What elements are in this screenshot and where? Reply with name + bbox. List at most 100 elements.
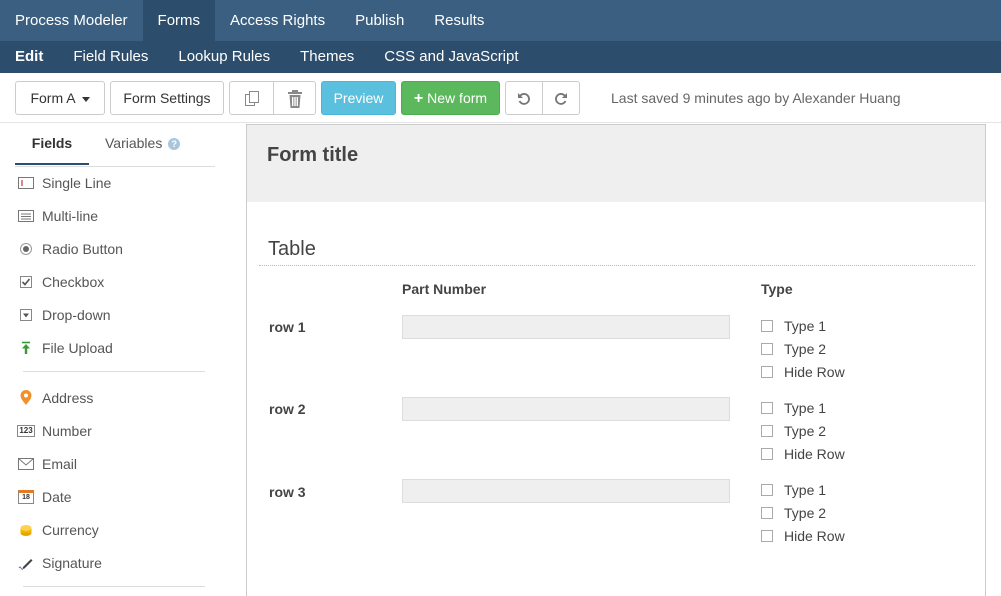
section-title[interactable]: Table [268, 238, 316, 261]
checkbox-label: Type 1 [784, 400, 827, 416]
tab-access-rights[interactable]: Access Rights [215, 0, 340, 41]
tab-publish[interactable]: Publish [340, 0, 419, 41]
checkbox-box[interactable] [761, 366, 773, 378]
number-icon-text: 123 [17, 425, 35, 437]
copy-icon [244, 91, 259, 107]
type-2-checkbox[interactable]: Type 2 [761, 341, 826, 357]
checkbox-box[interactable] [761, 320, 773, 332]
section-divider [259, 265, 975, 266]
column-header-type: Type [761, 281, 793, 297]
subtab-themes[interactable]: Themes [285, 41, 369, 73]
upload-icon [15, 340, 37, 356]
checkbox-box[interactable] [761, 402, 773, 414]
subtab-lookup-rules[interactable]: Lookup Rules [163, 41, 285, 73]
tab-variables[interactable]: Variables ? [105, 135, 181, 151]
checkbox-box[interactable] [761, 484, 773, 496]
tab-process-modeler[interactable]: Process Modeler [0, 0, 143, 41]
checkbox-label: Type 1 [784, 318, 827, 334]
help-icon[interactable]: ? [168, 138, 181, 151]
field-label: Currency [42, 522, 99, 538]
field-number[interactable]: 123 Number [15, 420, 92, 442]
form-select-label: Form A [30, 90, 76, 106]
new-form-label: New form [427, 90, 488, 106]
field-label: File Upload [42, 340, 113, 356]
checkbox-label: Type 2 [784, 505, 827, 521]
redo-icon [555, 93, 567, 106]
tab-fields[interactable]: Fields [15, 135, 89, 165]
field-radio-button[interactable]: Radio Button [15, 238, 123, 260]
radio-button-icon [15, 241, 37, 257]
field-currency[interactable]: Currency [15, 519, 99, 541]
form-canvas: Form title Table Part Number Type row 1 … [246, 124, 986, 596]
preview-button[interactable]: Preview [321, 81, 396, 115]
form-select-dropdown[interactable]: Form A [15, 81, 105, 115]
field-label: Signature [42, 555, 102, 571]
field-label: Drop-down [42, 307, 111, 323]
checkbox-box[interactable] [761, 507, 773, 519]
field-label: Address [42, 390, 94, 406]
field-label: Number [42, 423, 92, 439]
dropdown-icon [15, 307, 37, 323]
field-label: Checkbox [42, 274, 105, 290]
field-multi-line[interactable]: Multi-line [15, 205, 98, 227]
type-2-checkbox[interactable]: Type 2 [761, 505, 826, 521]
checkbox-box[interactable] [761, 448, 773, 460]
coins-icon [15, 522, 37, 538]
checkbox-box[interactable] [761, 343, 773, 355]
row-label: row 2 [269, 401, 306, 417]
subtab-field-rules[interactable]: Field Rules [58, 41, 163, 73]
sidebar-tabs: Fields Variables ? [15, 123, 215, 167]
checkbox-label: Hide Row [784, 528, 845, 544]
field-label: Radio Button [42, 241, 123, 257]
tab-results[interactable]: Results [419, 0, 499, 41]
checkbox-icon [15, 274, 37, 290]
type-1-checkbox[interactable]: Type 1 [761, 318, 826, 334]
part-number-input[interactable] [402, 479, 730, 503]
undo-button[interactable] [505, 81, 543, 115]
type-1-checkbox[interactable]: Type 1 [761, 482, 826, 498]
type-2-checkbox[interactable]: Type 2 [761, 423, 826, 439]
plus-icon: + [413, 90, 424, 107]
field-label: Date [42, 489, 72, 505]
calendar-icon: 18 [15, 489, 37, 505]
hide-row-checkbox[interactable]: Hide Row [761, 446, 845, 462]
checkbox-label: Type 2 [784, 341, 827, 357]
tab-forms[interactable]: Forms [142, 0, 216, 41]
checkbox-box[interactable] [761, 425, 773, 437]
field-address[interactable]: Address [15, 387, 93, 409]
single-line-icon [15, 175, 37, 191]
number-icon: 123 [15, 423, 37, 439]
delete-button[interactable] [273, 81, 316, 115]
sub-navigation: Edit Field Rules Lookup Rules Themes CSS… [0, 41, 1001, 73]
caret-down-icon [81, 96, 90, 102]
redo-button[interactable] [542, 81, 580, 115]
part-number-input[interactable] [402, 315, 730, 339]
type-1-checkbox[interactable]: Type 1 [761, 400, 826, 416]
field-label: Email [42, 456, 78, 472]
hide-row-checkbox[interactable]: Hide Row [761, 528, 845, 544]
form-settings-button[interactable]: Form Settings [110, 81, 224, 115]
field-file-upload[interactable]: File Upload [15, 337, 113, 359]
copy-button[interactable] [229, 81, 274, 115]
checkbox-box[interactable] [761, 530, 773, 542]
hide-row-checkbox[interactable]: Hide Row [761, 364, 845, 380]
form-header[interactable]: Form title [247, 125, 985, 202]
last-saved-status: Last saved 9 minutes ago by Alexander Hu… [611, 90, 901, 106]
field-drop-down[interactable]: Drop-down [15, 304, 110, 326]
field-single-line[interactable]: Single Line [15, 172, 111, 194]
undo-icon [518, 93, 530, 106]
form-title[interactable]: Form title [267, 144, 358, 167]
row-label: row 1 [269, 319, 306, 335]
field-email[interactable]: Email [15, 453, 77, 475]
new-form-button[interactable]: + New form [401, 81, 500, 115]
pen-icon [15, 555, 37, 571]
field-label: Single Line [42, 175, 112, 191]
subtab-edit[interactable]: Edit [0, 41, 58, 73]
field-checkbox[interactable]: Checkbox [15, 271, 104, 293]
field-date[interactable]: 18 Date [15, 486, 72, 508]
part-number-input[interactable] [402, 397, 730, 421]
subtab-css-javascript[interactable]: CSS and JavaScript [369, 41, 533, 73]
field-signature[interactable]: Signature [15, 552, 102, 574]
sidebar-divider [23, 371, 205, 372]
date-icon-text: 18 [18, 490, 34, 504]
